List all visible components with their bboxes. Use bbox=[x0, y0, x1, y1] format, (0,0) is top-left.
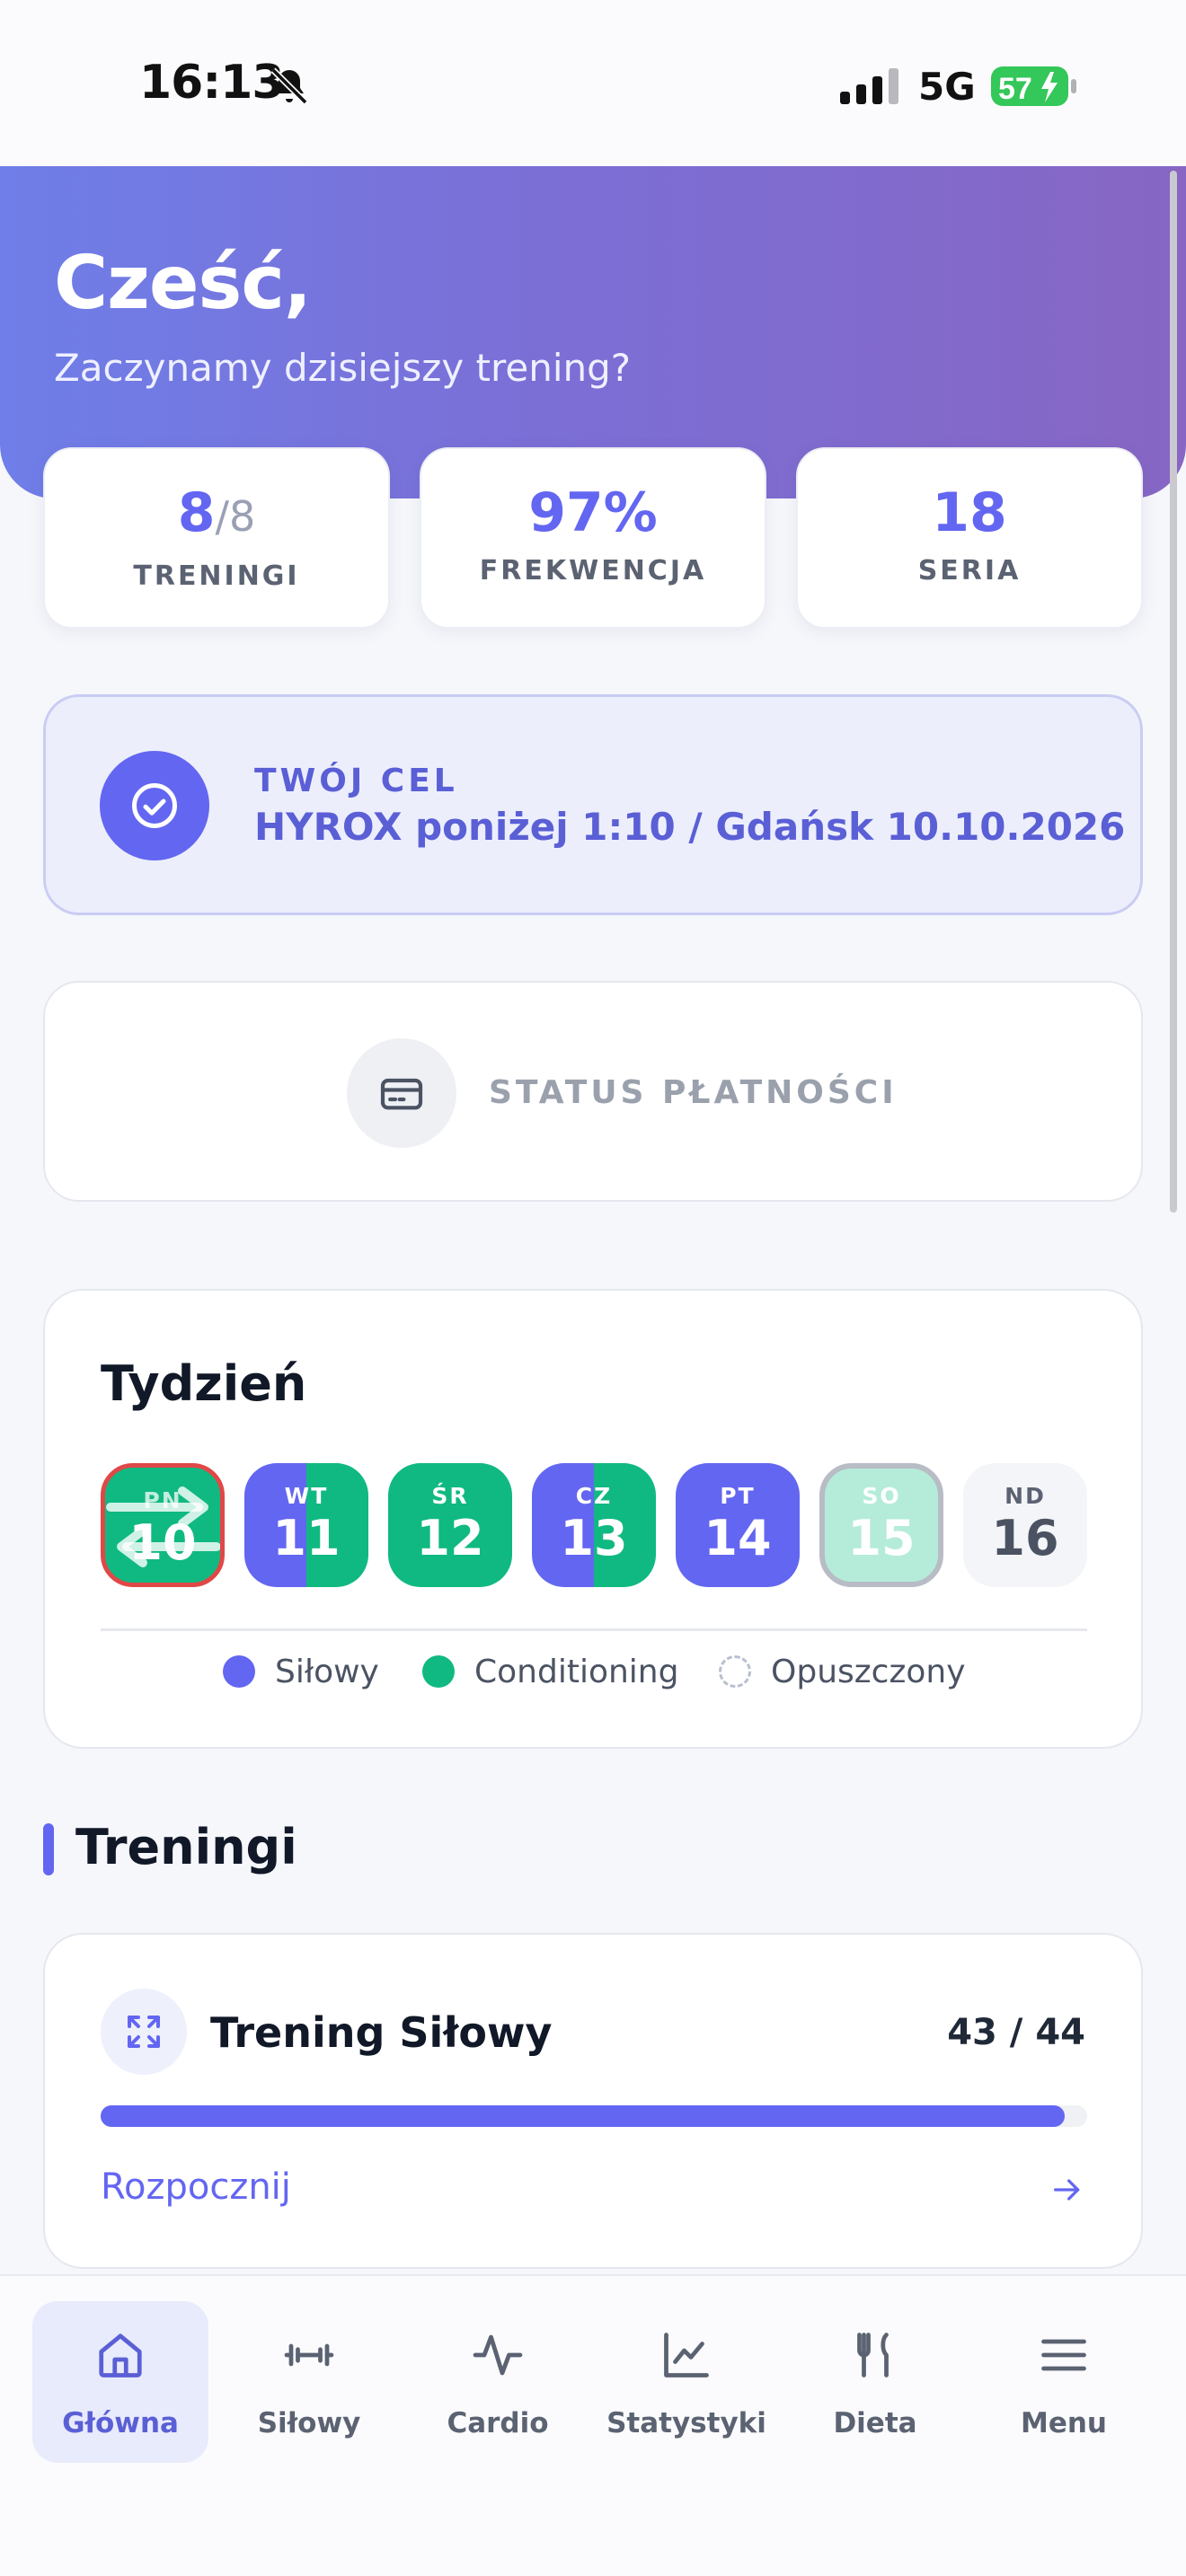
day-name: WT bbox=[284, 1483, 329, 1509]
day-name: SO bbox=[862, 1483, 901, 1509]
pulse-icon bbox=[473, 2334, 523, 2376]
day-tuesday[interactable]: WT 11 bbox=[244, 1463, 368, 1587]
stat-label: SERIA bbox=[917, 555, 1022, 587]
nav-label: Statystyki bbox=[606, 2407, 766, 2439]
workout-count: 43 / 44 bbox=[947, 2012, 1085, 2053]
goal-check-icon bbox=[100, 751, 209, 860]
payment-status-title: STATUS PŁATNOŚCI bbox=[489, 1074, 898, 1111]
stat-value: 18 bbox=[932, 481, 1007, 544]
stat-card-attendance: 97% FREKWENCJA bbox=[420, 447, 766, 629]
nav-label: Siłowy bbox=[257, 2407, 361, 2439]
bell-muted-icon bbox=[270, 67, 308, 105]
scrollbar[interactable] bbox=[1170, 171, 1177, 1213]
day-number: 14 bbox=[704, 1510, 772, 1566]
day-thursday[interactable]: CZ 13 bbox=[532, 1463, 656, 1587]
week-card: Tydzień PN 10 WT 11 ŚR 12 CZ 13 PT 14 SO… bbox=[43, 1289, 1143, 1749]
nav-label: Cardio bbox=[447, 2407, 549, 2439]
nav-strength[interactable]: Siłowy bbox=[221, 2301, 397, 2463]
arrow-right-icon[interactable] bbox=[1049, 2172, 1085, 2208]
workout-progress-track bbox=[101, 2105, 1087, 2127]
stat-card-streak: 18 SERIA bbox=[796, 447, 1143, 629]
payment-status-card[interactable]: STATUS PŁATNOŚCI bbox=[43, 981, 1143, 1202]
day-number: 15 bbox=[847, 1510, 916, 1566]
day-wednesday[interactable]: ŚR 12 bbox=[388, 1463, 512, 1587]
day-sunday[interactable]: ND 16 bbox=[963, 1463, 1087, 1587]
nav-home[interactable]: Główna bbox=[32, 2301, 208, 2463]
network-type: 5G bbox=[918, 65, 976, 109]
section-title: Treningi bbox=[75, 1819, 297, 1875]
day-number: 13 bbox=[560, 1510, 628, 1566]
dumbbell-icon bbox=[284, 2343, 334, 2367]
signal-icon bbox=[840, 68, 898, 104]
stat-card-trainings: 8/8 TRENINGI bbox=[43, 447, 390, 629]
home-icon bbox=[99, 2333, 142, 2378]
day-saturday[interactable]: SO 15 bbox=[819, 1463, 943, 1587]
stat-total: /8 bbox=[215, 492, 256, 541]
swap-arrows-icon bbox=[106, 1486, 220, 1567]
day-name: ŚR bbox=[431, 1483, 469, 1509]
menu-icon bbox=[1041, 2339, 1086, 2371]
legend-dot bbox=[422, 1655, 455, 1688]
section-accent bbox=[43, 1823, 54, 1875]
day-friday[interactable]: PT 14 bbox=[676, 1463, 800, 1587]
stat-value: 8 bbox=[177, 481, 216, 544]
battery-level: 57 bbox=[998, 72, 1032, 106]
nav-statistics[interactable]: Statystyki bbox=[598, 2301, 774, 2463]
stat-value: 97% bbox=[528, 481, 658, 544]
status-bar: 16:13 5G 57 bbox=[0, 0, 1186, 166]
battery-icon: 57 bbox=[991, 66, 1076, 106]
stat-label: FREKWENCJA bbox=[479, 555, 707, 587]
day-name: ND bbox=[1005, 1483, 1046, 1509]
greeting-subtitle: Zaczynamy dzisiejszy trening? bbox=[54, 346, 632, 390]
divider bbox=[101, 1628, 1087, 1631]
week-title: Tydzień bbox=[101, 1355, 307, 1412]
start-workout-link[interactable]: Rozpocznij bbox=[101, 2166, 291, 2208]
chart-icon bbox=[664, 2333, 709, 2378]
legend-dot bbox=[223, 1655, 255, 1688]
legend-item-conditioning: Conditioning bbox=[422, 1654, 678, 1690]
nav-menu[interactable]: Menu bbox=[976, 2301, 1152, 2463]
stat-label: TRENINGI bbox=[133, 560, 300, 592]
legend-item-missed: Opuszczony bbox=[719, 1654, 966, 1690]
day-name: PT bbox=[720, 1483, 756, 1509]
workout-card-strength[interactable]: Trening Siłowy 43 / 44 Rozpocznij bbox=[43, 1933, 1143, 2269]
legend-item-strength: Siłowy bbox=[223, 1654, 379, 1690]
day-number: 16 bbox=[991, 1510, 1059, 1566]
fork-knife-icon bbox=[857, 2333, 889, 2378]
day-number: 11 bbox=[272, 1510, 341, 1566]
nav-label: Dieta bbox=[833, 2407, 917, 2439]
day-name: CZ bbox=[575, 1483, 613, 1509]
goal-title: TWÓJ CEL bbox=[254, 763, 458, 799]
expand-icon bbox=[101, 1989, 187, 2075]
bottom-navigation: Główna Siłowy Cardio Statystyki Dieta Me… bbox=[0, 2274, 1186, 2576]
goal-value: HYROX poniżej 1:10 / Gdańsk 10.10.2026 bbox=[254, 805, 1126, 849]
greeting-title: Cześć, bbox=[54, 241, 312, 326]
day-monday[interactable]: PN 10 bbox=[101, 1463, 225, 1587]
nav-diet[interactable]: Dieta bbox=[787, 2301, 963, 2463]
day-number: 12 bbox=[416, 1510, 484, 1566]
status-time: 16:13 bbox=[139, 56, 285, 110]
legend-dot bbox=[719, 1655, 751, 1688]
workout-title: Trening Siłowy bbox=[210, 2008, 553, 2057]
goal-card[interactable]: TWÓJ CEL HYROX poniżej 1:10 / Gdańsk 10.… bbox=[43, 694, 1143, 915]
nav-cardio[interactable]: Cardio bbox=[410, 2301, 586, 2463]
nav-label: Główna bbox=[62, 2407, 179, 2439]
workout-progress-fill bbox=[101, 2105, 1065, 2127]
nav-label: Menu bbox=[1020, 2407, 1107, 2439]
credit-card-icon bbox=[347, 1038, 456, 1148]
